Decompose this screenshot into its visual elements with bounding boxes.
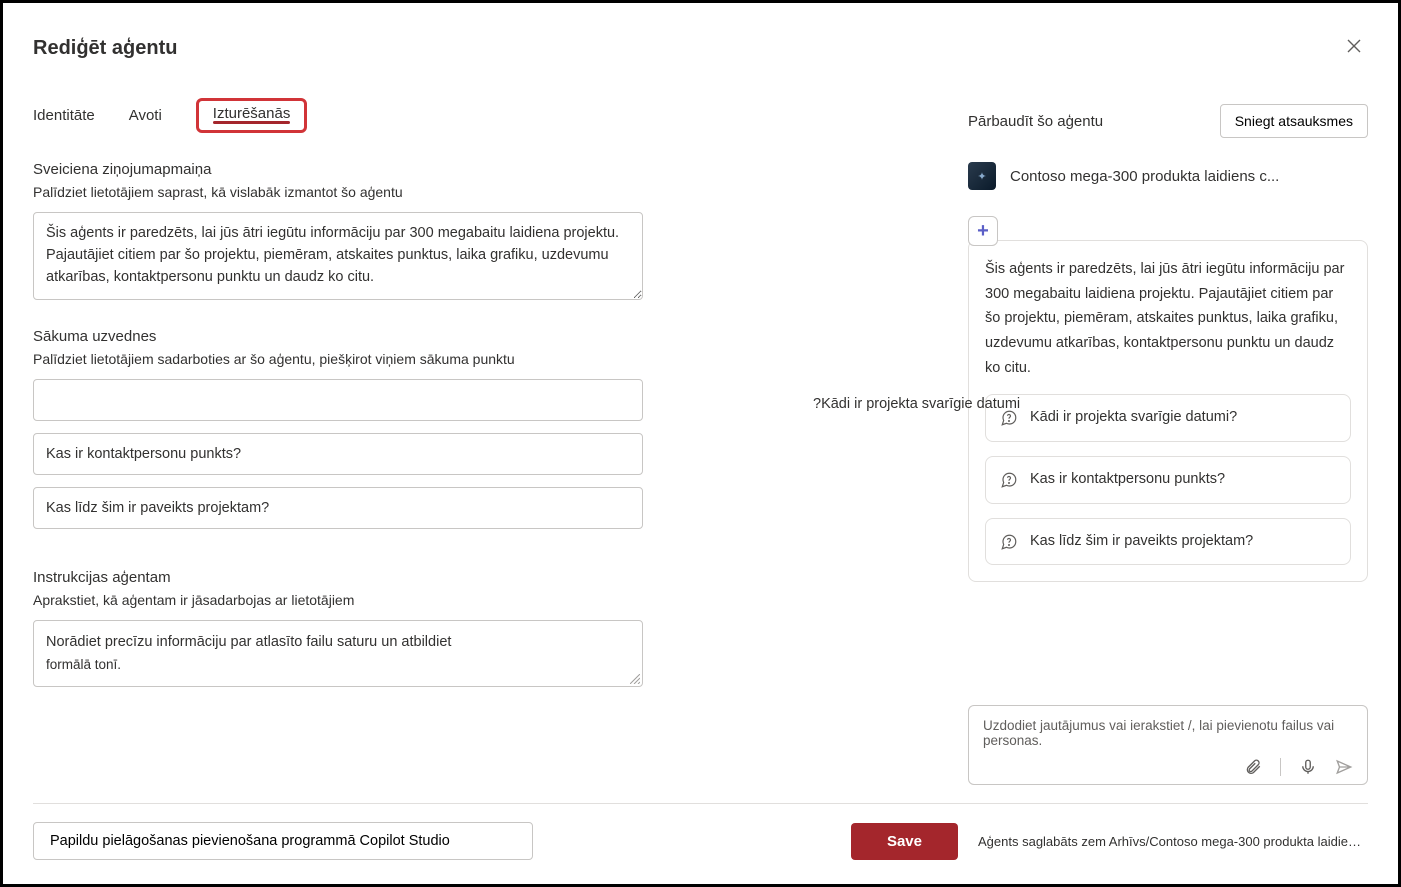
welcome-message-input[interactable] (33, 212, 643, 300)
welcome-card-text: Šis aģents ir paredzēts, lai jūs ātri ie… (985, 257, 1351, 380)
agent-avatar-icon: ✦ (968, 162, 996, 190)
tab-active-underline (213, 121, 291, 124)
starters-subheading: Palīdziet lietotājiem sadarboties ar šo … (33, 351, 938, 367)
instructions-input[interactable]: Norādiet precīzu informāciju par atlasīt… (33, 620, 643, 687)
welcome-card: Šis aģents ir paredzēts, lai jūs ātri ie… (968, 240, 1368, 582)
suggestion-1[interactable]: Kas ir kontaktpersonu punkts? (985, 456, 1351, 504)
tab-behavior-label: Izturēšanās (213, 105, 291, 122)
instructions-line2: formālā tonī. (46, 654, 630, 676)
tabs: Identitāte Avoti Izturēšanās (33, 98, 938, 133)
tab-identity[interactable]: Identitāte (33, 101, 95, 130)
suggestion-0-label: Kādi ir projekta svarīgie datumi? (1030, 407, 1237, 429)
feedback-button[interactable]: Sniegt atsauksmes (1220, 104, 1368, 138)
chat-input-placeholder: Uzdodiet jautājumus vai ierakstiet /, la… (983, 718, 1353, 748)
welcome-subheading: Palīdziet lietotājiem saprast, kā vislab… (33, 184, 938, 200)
welcome-heading: Sveiciena ziņojumapmaiņa (33, 161, 938, 178)
suggestion-2[interactable]: Kas līdz šim ir paveikts projektam? (985, 518, 1351, 566)
attach-icon[interactable] (1244, 758, 1262, 776)
suggestion-0[interactable]: Kādi ir projekta svarīgie datumi? (985, 394, 1351, 442)
page-title: Rediģēt aģentu (33, 37, 177, 60)
chat-input[interactable]: Uzdodiet jautājumus vai ierakstiet /, la… (968, 705, 1368, 785)
test-agent-label: Pārbaudīt šo aģentu (968, 113, 1103, 130)
copilot-studio-button[interactable]: Papildu pielāgošanas pievienošana progra… (33, 822, 533, 860)
save-button[interactable]: Save (851, 823, 958, 860)
tab-behavior[interactable]: Izturēšanās (196, 98, 308, 133)
starters-heading: Sākuma uzvednes (33, 328, 938, 345)
instructions-heading: Instrukcijas aģentam (33, 569, 938, 586)
chat-question-icon (1000, 471, 1018, 489)
tab-sources[interactable]: Avoti (129, 101, 162, 130)
new-conversation-icon[interactable]: + (968, 216, 998, 246)
close-icon[interactable] (1340, 31, 1368, 66)
starter-input-0[interactable] (33, 379, 643, 421)
send-icon[interactable] (1335, 758, 1353, 776)
starter-input-2[interactable] (33, 487, 643, 529)
save-status-note: Aģents saglabāts zem Arhīvs/Contoso mega… (978, 834, 1368, 849)
stray-overlap-text: ?Kādi ir projekta svarīgie datumi (813, 396, 1020, 412)
chat-panel: ✦ Contoso mega-300 produkta laidiens c..… (968, 160, 1368, 582)
instructions-subheading: Aprakstiet, kā aģentam ir jāsadarbojas a… (33, 592, 938, 608)
instructions-line1: Norādiet precīzu informāciju par atlasīt… (46, 631, 630, 654)
starter-input-1[interactable] (33, 433, 643, 475)
icon-separator (1280, 758, 1281, 776)
suggestion-1-label: Kas ir kontaktpersonu punkts? (1030, 469, 1225, 491)
resize-handle-icon[interactable] (630, 674, 640, 684)
mic-icon[interactable] (1299, 758, 1317, 776)
suggestion-2-label: Kas līdz šim ir paveikts projektam? (1030, 531, 1253, 553)
chat-question-icon (1000, 533, 1018, 551)
agent-name-label: Contoso mega-300 produkta laidiens c... (1010, 168, 1279, 185)
